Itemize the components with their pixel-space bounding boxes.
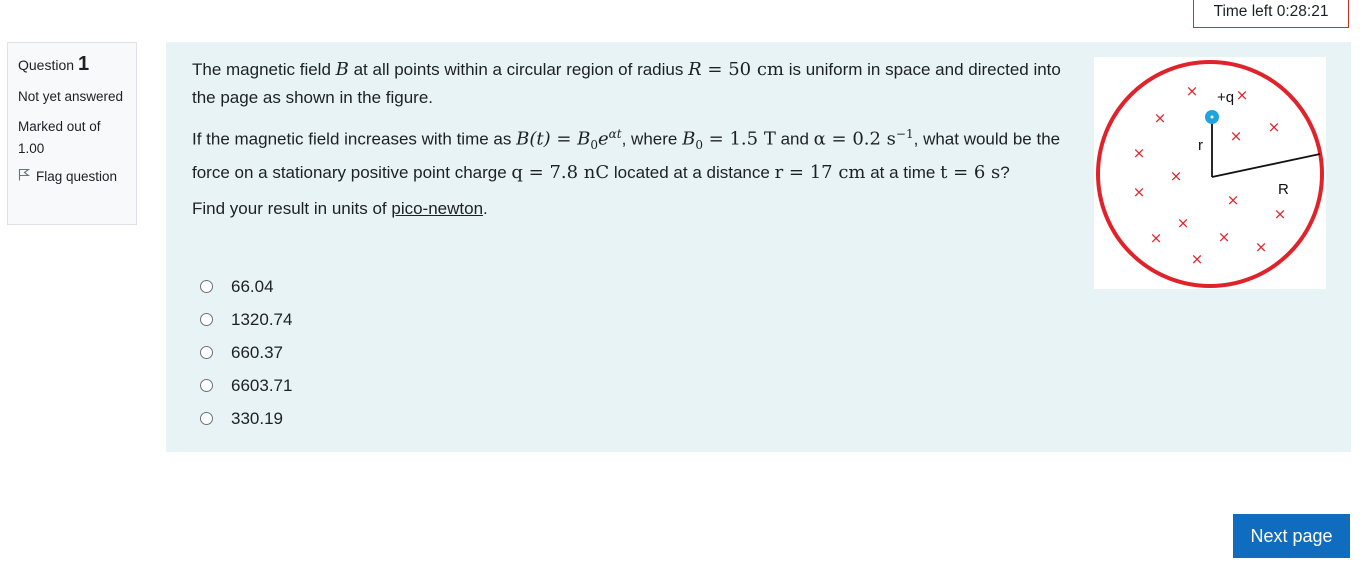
next-page-button[interactable]: Next page (1233, 514, 1350, 558)
answer-option[interactable]: 6603.71 (200, 369, 292, 402)
field-x: × (1177, 214, 1190, 232)
field-x: × (1268, 118, 1281, 136)
question-info: Question 1 Not yet answered Marked out o… (7, 42, 137, 225)
question-content: The magnetic field B at all points withi… (166, 42, 1351, 452)
radio-button[interactable] (200, 280, 213, 293)
field-region-circle (1096, 60, 1324, 288)
answer-label[interactable]: 66.04 (231, 277, 274, 297)
radio-button[interactable] (200, 346, 213, 359)
field-x: × (1230, 127, 1243, 145)
question-number: Question 1 (18, 53, 126, 76)
question-text: The magnetic field B at all points withi… (192, 56, 1082, 231)
question-number-value: 1 (77, 53, 90, 75)
timer: Time left 0:28:21 (1193, 0, 1349, 28)
figure-svg: × × × × × × × × × × × × × × × +q r R (1096, 60, 1324, 288)
r-label: r (1198, 137, 1203, 154)
charge-label: +q (1217, 89, 1234, 106)
answer-label[interactable]: 6603.71 (231, 376, 292, 396)
field-x: × (1133, 183, 1146, 201)
question-state: Not yet answered (18, 89, 124, 104)
field-x: × (1255, 238, 1268, 256)
pico-newton-link[interactable]: pico-newton (391, 199, 483, 218)
radio-button[interactable] (200, 379, 213, 392)
field-x: × (1150, 229, 1163, 247)
answer-option[interactable]: 660.37 (200, 336, 292, 369)
field-x: × (1191, 250, 1204, 268)
answer-label[interactable]: 330.19 (231, 409, 283, 429)
question-grade: Marked out of 1.00 (18, 119, 101, 156)
flag-icon (18, 168, 31, 184)
R-line (1211, 153, 1321, 178)
answer-option[interactable]: 66.04 (200, 270, 292, 303)
answer-label[interactable]: 660.37 (231, 343, 283, 363)
question-paragraph-2: If the magnetic field increases with tim… (192, 127, 1061, 184)
field-x: × (1154, 109, 1167, 127)
field-x: × (1236, 86, 1249, 104)
field-x: × (1227, 191, 1240, 209)
answer-option[interactable]: 330.19 (200, 402, 292, 435)
field-x: × (1218, 228, 1231, 246)
question-paragraph-1: The magnetic field B at all points withi… (192, 59, 1061, 107)
flag-question-button[interactable]: Flag question (18, 168, 126, 184)
field-x: × (1274, 205, 1287, 223)
question-label: Question (18, 57, 75, 73)
magnetic-field-figure: × × × × × × × × × × × × × × × +q r R (1094, 57, 1326, 289)
radio-button[interactable] (200, 412, 213, 425)
question-paragraph-3: Find your result in units of pico-newton… (192, 199, 488, 219)
field-x: × (1186, 82, 1199, 100)
answer-label[interactable]: 1320.74 (231, 310, 292, 330)
answer-option[interactable]: 1320.74 (200, 303, 292, 336)
flag-question-label: Flag question (36, 168, 118, 184)
answer-options: 66.04 1320.74 660.37 6603.71 330.19 (200, 270, 292, 435)
field-into-page-marks: × × × × × × × × × × × × × × × (1133, 82, 1287, 268)
field-x: × (1133, 144, 1146, 162)
radio-button[interactable] (200, 313, 213, 326)
field-x: × (1170, 167, 1183, 185)
R-label: R (1278, 181, 1289, 198)
